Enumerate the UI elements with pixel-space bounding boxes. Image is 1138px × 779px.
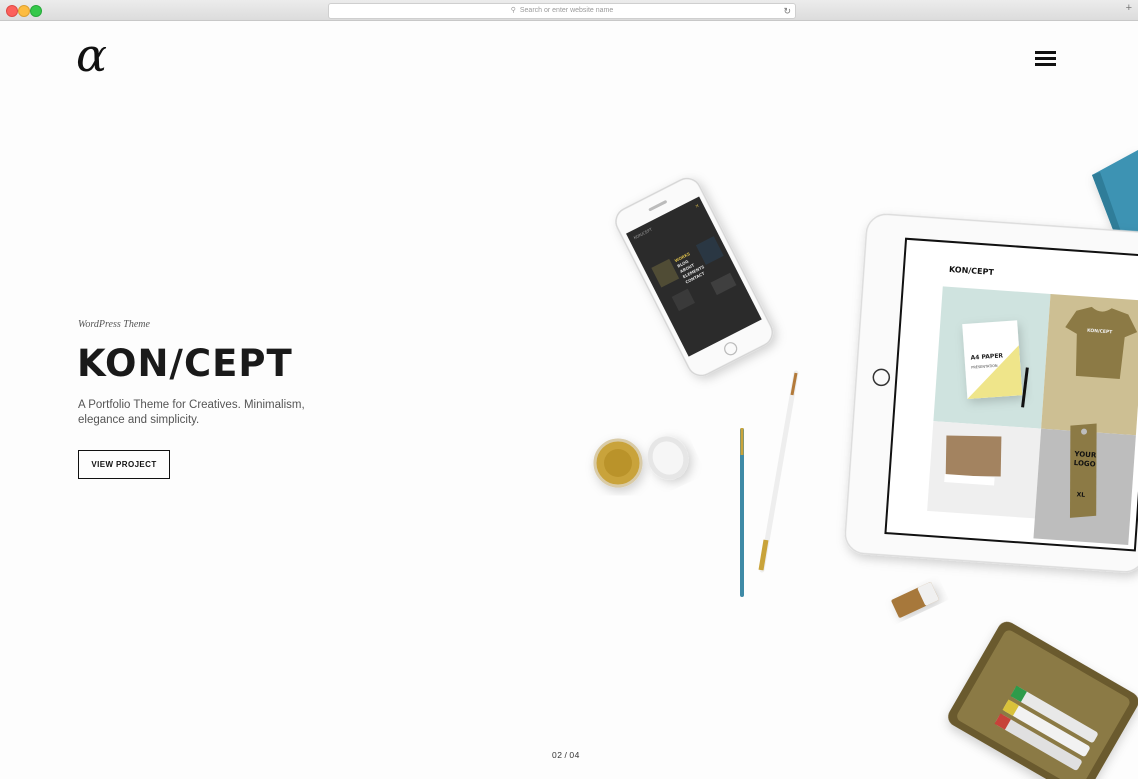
phone-mockup: KON/CEPT × WORKS BLOG ABOUT ELEMENTS CON… — [615, 177, 774, 377]
paint-tin-image — [948, 621, 1138, 779]
tablet-tag-line2: LOGO — [1074, 459, 1096, 469]
paint-brushes-image — [740, 370, 799, 597]
tablet-mockup: KON/CEPT A4 PAPER PRESENTATION KON/CEPT … — [844, 213, 1138, 573]
tablet-tag-line1: YOUR — [1073, 450, 1097, 460]
eraser-image — [891, 582, 939, 618]
hero-mockup-illustration: KON/CEPT A4 PAPER PRESENTATION KON/CEPT … — [593, 150, 1138, 779]
tablet-tag-size: XL — [1076, 491, 1085, 499]
paint-jar-image — [593, 436, 689, 488]
